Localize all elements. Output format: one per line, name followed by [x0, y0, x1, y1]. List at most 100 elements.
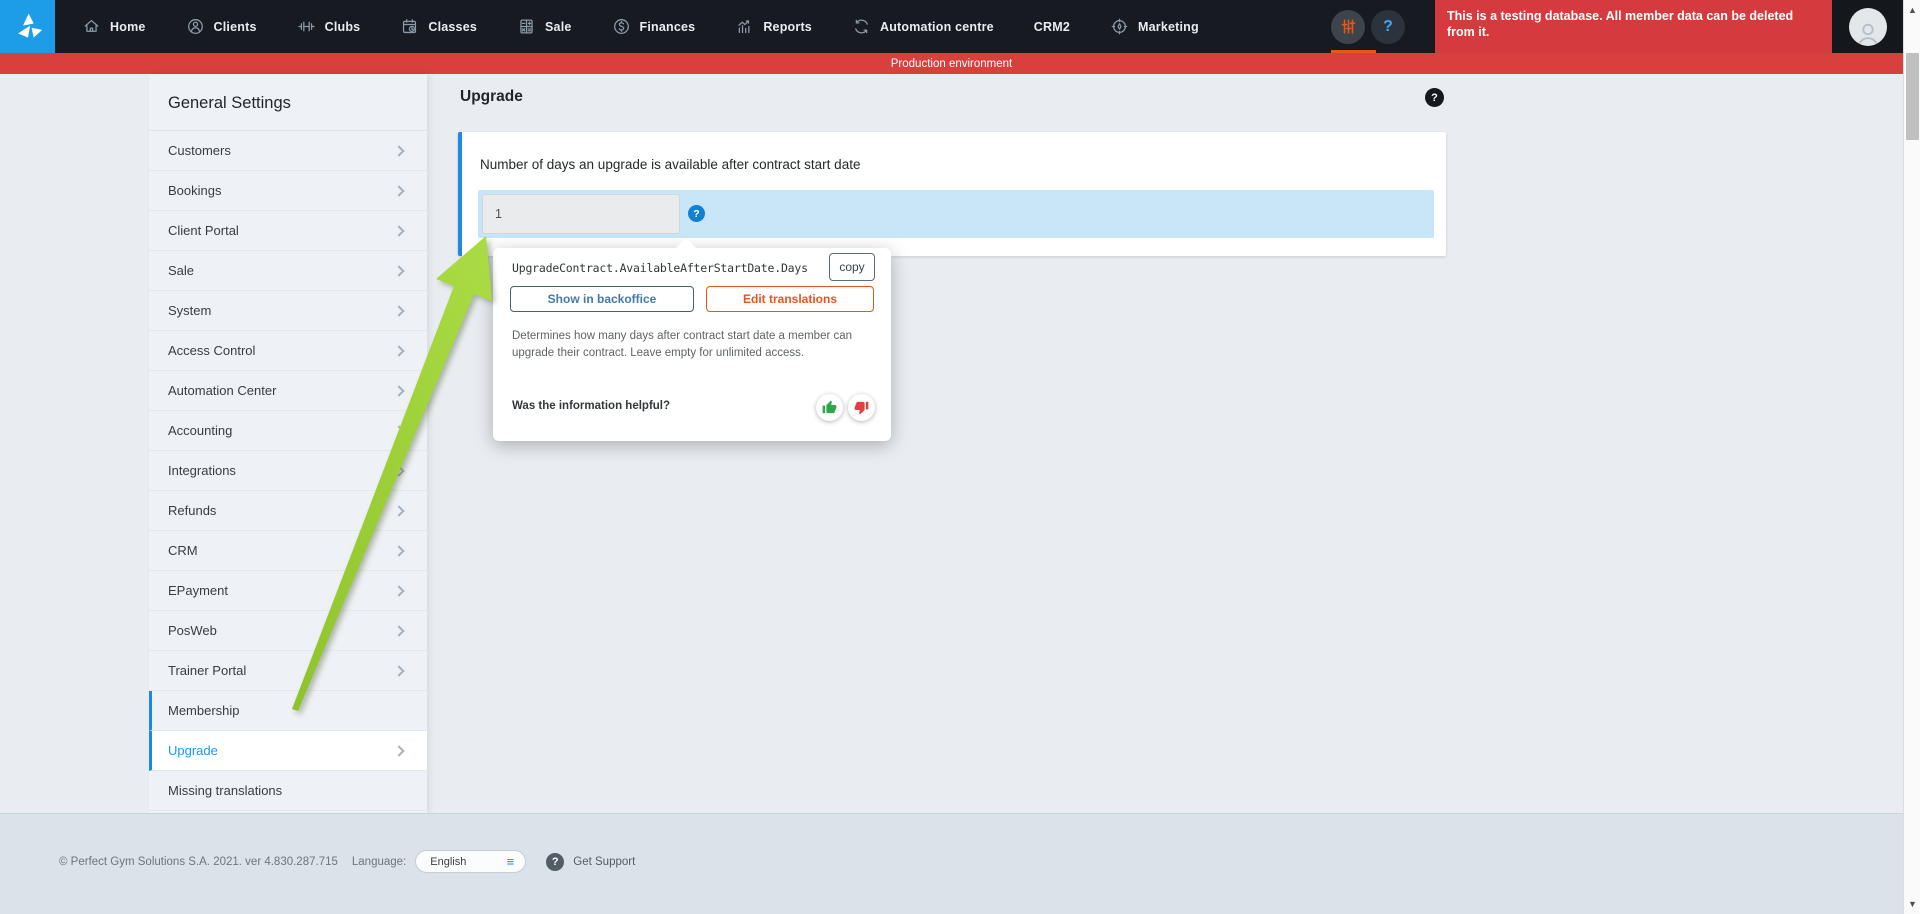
logo-star-icon	[17, 13, 42, 38]
thumbs-up-button[interactable]	[816, 394, 843, 421]
get-support-link[interactable]: ? Get Support	[546, 852, 635, 871]
sliders-icon	[1339, 17, 1358, 36]
chevron-right-icon	[393, 224, 405, 237]
chevron-right-icon	[393, 264, 405, 277]
question-mark-icon: ?	[1383, 17, 1393, 35]
finances-icon	[612, 17, 631, 36]
sidebar-item-sale[interactable]: Sale	[149, 251, 427, 291]
clubs-icon	[297, 17, 316, 36]
sidebar-item-refunds[interactable]: Refunds	[149, 491, 427, 531]
chevron-right-icon	[393, 144, 405, 157]
nav-item-classes[interactable]: Classes	[400, 0, 477, 53]
nav-item-automation-centre[interactable]: Automation centre	[852, 0, 994, 53]
sidebar-item-membership[interactable]: Membership	[149, 691, 427, 731]
chevron-right-icon	[393, 344, 405, 357]
scrollbar-thumb[interactable]	[1906, 53, 1919, 140]
copyright-text: © Perfect Gym Solutions S.A. 2021. ver 4…	[59, 855, 338, 868]
chevron-right-icon	[393, 384, 405, 397]
translation-popup: UpgradeContract.AvailableAfterStartDate.…	[493, 238, 891, 441]
testing-database-banner: This is a testing database. All member d…	[1435, 0, 1832, 53]
footer-row: © Perfect Gym Solutions S.A. 2021. ver 4…	[59, 850, 635, 873]
language-label: Language:	[351, 855, 407, 868]
question-mark-icon: ?	[546, 852, 565, 871]
thumbs-down-button[interactable]	[848, 394, 875, 421]
translation-key: UpgradeContract.AvailableAfterStartDate.…	[512, 261, 808, 275]
reports-icon	[735, 17, 754, 36]
sidebar-item-crm[interactable]: CRM	[149, 531, 427, 571]
setting-label: Number of days an upgrade is available a…	[480, 157, 861, 172]
copy-button[interactable]: copy	[829, 253, 875, 281]
user-avatar[interactable]	[1848, 7, 1887, 46]
chevron-right-icon	[393, 624, 405, 637]
sidebar-item-missing-translations[interactable]: Missing translations	[149, 771, 427, 811]
nav-menu: Home Clients Clubs Classes Sale Finances…	[82, 0, 1199, 53]
nav-right-controls: ?	[1331, 0, 1405, 53]
sidebar-item-trainer-portal[interactable]: Trainer Portal	[149, 651, 427, 691]
setting-description: Determines how many days after contract …	[512, 330, 853, 360]
sidebar-item-system[interactable]: System	[149, 291, 427, 331]
language-dropdown[interactable]: English ≡	[415, 850, 527, 873]
setting-highlight-row: ?	[478, 190, 1434, 238]
thumbs-up-icon	[822, 400, 837, 414]
page-help-button[interactable]: ?	[1425, 88, 1444, 107]
sidebar-item-client-portal[interactable]: Client Portal	[149, 211, 427, 251]
language-value: English	[430, 855, 467, 868]
edit-translations-button[interactable]: Edit translations	[706, 286, 874, 312]
vertical-scrollbar[interactable]: ▲ ▼	[1903, 0, 1920, 914]
marketing-icon	[1110, 17, 1129, 36]
chevron-right-icon	[393, 664, 405, 677]
nav-item-home[interactable]: Home	[82, 0, 146, 53]
nav-item-marketing[interactable]: Marketing	[1110, 0, 1199, 53]
automation-icon	[852, 17, 871, 36]
feedback-question: Was the information helpful?	[512, 400, 671, 412]
scroll-up-arrow-icon[interactable]: ▲	[1904, 5, 1920, 15]
nav-item-clubs[interactable]: Clubs	[297, 0, 361, 53]
sidebar-item-access-control[interactable]: Access Control	[149, 331, 427, 371]
chevron-right-icon	[393, 464, 405, 477]
setting-help-button[interactable]: ?	[688, 205, 705, 222]
top-nav: Home Clients Clubs Classes Sale Finances…	[0, 0, 1903, 53]
nav-item-clients[interactable]: Clients	[186, 0, 257, 53]
sidebar-item-customers[interactable]: Customers	[149, 131, 427, 171]
sidebar-items: Customers Bookings Client Portal Sale Sy…	[149, 131, 427, 811]
chevron-right-icon	[393, 744, 405, 757]
chevron-right-icon	[393, 424, 405, 437]
days-input[interactable]	[482, 194, 680, 234]
sale-icon	[517, 17, 536, 36]
settings-sliders-button[interactable]	[1331, 9, 1365, 44]
sidebar-item-bookings[interactable]: Bookings	[149, 171, 427, 211]
chevron-right-icon	[393, 504, 405, 517]
sidebar-item-accounting[interactable]: Accounting	[149, 411, 427, 451]
question-mark-icon: ?	[1431, 91, 1438, 104]
perfect-gym-logo[interactable]	[0, 0, 55, 53]
sidebar-item-upgrade[interactable]: Upgrade	[149, 731, 427, 771]
chevron-right-icon	[393, 304, 405, 317]
setting-card: Number of days an upgrade is available a…	[458, 132, 1446, 256]
scroll-down-arrow-icon[interactable]: ▼	[1904, 899, 1920, 909]
popup-actions: Show in backoffice Edit translations	[510, 286, 874, 312]
sidebar-item-posweb[interactable]: PosWeb	[149, 611, 427, 651]
nav-item-reports[interactable]: Reports	[735, 0, 812, 53]
app-root: Home Clients Clubs Classes Sale Finances…	[0, 0, 1920, 914]
sidebar-item-automation-center[interactable]: Automation Center	[149, 371, 427, 411]
footer: © Perfect Gym Solutions S.A. 2021. ver 4…	[0, 813, 1903, 914]
show-in-backoffice-button[interactable]: Show in backoffice	[510, 286, 694, 312]
classes-icon	[400, 17, 419, 36]
chevron-right-icon	[393, 184, 405, 197]
nav-item-finances[interactable]: Finances	[612, 0, 696, 53]
avatar-zone	[1832, 0, 1903, 53]
sidebar-item-integrations[interactable]: Integrations	[149, 451, 427, 491]
nav-item-crm2[interactable]: CRM2	[1034, 0, 1070, 53]
sidebar-item-epayment[interactable]: EPayment	[149, 571, 427, 611]
environment-strip: Production environment	[0, 53, 1903, 74]
chevron-right-icon	[393, 544, 405, 557]
sidebar-title: General Settings	[149, 74, 427, 131]
nav-help-button[interactable]: ?	[1371, 9, 1405, 44]
hamburger-icon: ≡	[506, 854, 515, 869]
home-icon	[82, 17, 101, 36]
settings-sidebar: General Settings Customers Bookings Clie…	[149, 74, 427, 813]
environment-label: Production environment	[890, 57, 1013, 70]
chevron-right-icon	[393, 584, 405, 597]
nav-item-sale[interactable]: Sale	[517, 0, 572, 53]
thumbs-down-icon	[854, 401, 869, 415]
